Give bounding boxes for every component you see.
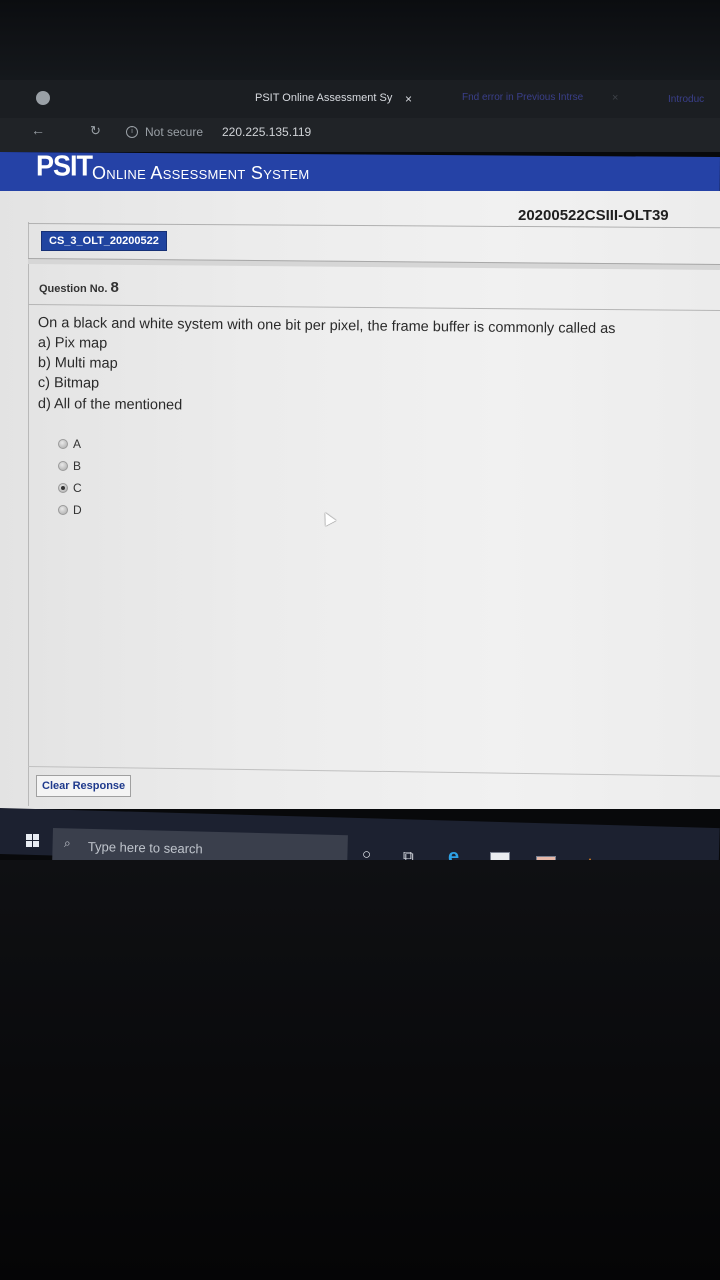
- search-icon: ⌕: [64, 836, 71, 850]
- tab-close-icon[interactable]: ×: [405, 92, 412, 106]
- radio-button[interactable]: [58, 505, 68, 515]
- taskbar-search-placeholder[interactable]: Type here to search: [88, 839, 203, 856]
- screen-bezel-top: [0, 0, 720, 80]
- radio-button[interactable]: [58, 461, 68, 471]
- choice-c[interactable]: C: [58, 481, 82, 495]
- question-number-label: Question No. 8: [39, 279, 119, 296]
- brand-subtitle: Online Assessment System: [92, 163, 310, 183]
- choice-label: A: [73, 437, 82, 451]
- option-text-d: d) All of the mentioned: [37, 396, 183, 414]
- clear-response-button[interactable]: Clear Response: [36, 775, 132, 797]
- tab-third-title[interactable]: Introduc: [668, 94, 704, 105]
- browser-tab-favicon-icon: [36, 91, 50, 105]
- tab-active-title[interactable]: PSIT Online Assessment Sy: [255, 92, 392, 104]
- back-arrow-icon[interactable]: ←: [31, 122, 45, 138]
- radio-button[interactable]: [58, 439, 68, 449]
- test-code: 20200522CSIII-OLT39: [518, 207, 669, 224]
- tab-second-close-icon[interactable]: ×: [612, 92, 618, 104]
- question-label: Question No.: [39, 283, 108, 295]
- question-number: 8: [110, 279, 119, 296]
- screen-bezel-bottom: [0, 860, 720, 1280]
- choice-a[interactable]: A: [58, 437, 81, 451]
- option-text-a: a) Pix map: [37, 335, 108, 352]
- choice-b[interactable]: B: [58, 459, 81, 473]
- tab-second-title[interactable]: Fnd error in Previous Intrse: [462, 92, 583, 103]
- choice-label: D: [73, 503, 82, 517]
- brand-logo: PSIT: [36, 150, 93, 182]
- course-tab[interactable]: CS_3_OLT_20200522: [41, 231, 167, 251]
- security-status[interactable]: Not secure: [145, 125, 203, 139]
- choice-label: C: [73, 481, 82, 495]
- radio-button-selected[interactable]: [58, 483, 68, 493]
- reload-icon[interactable]: ↻: [90, 123, 101, 139]
- address-bar: [0, 118, 720, 152]
- choice-d[interactable]: D: [58, 503, 82, 517]
- windows-start-icon[interactable]: [26, 834, 39, 847]
- choice-label: B: [73, 459, 82, 473]
- url-text[interactable]: 220.225.135.119: [222, 125, 311, 139]
- option-text-b: b) Multi map: [37, 355, 118, 372]
- info-icon[interactable]: i: [126, 126, 138, 138]
- option-text-c: c) Bitmap: [37, 375, 100, 392]
